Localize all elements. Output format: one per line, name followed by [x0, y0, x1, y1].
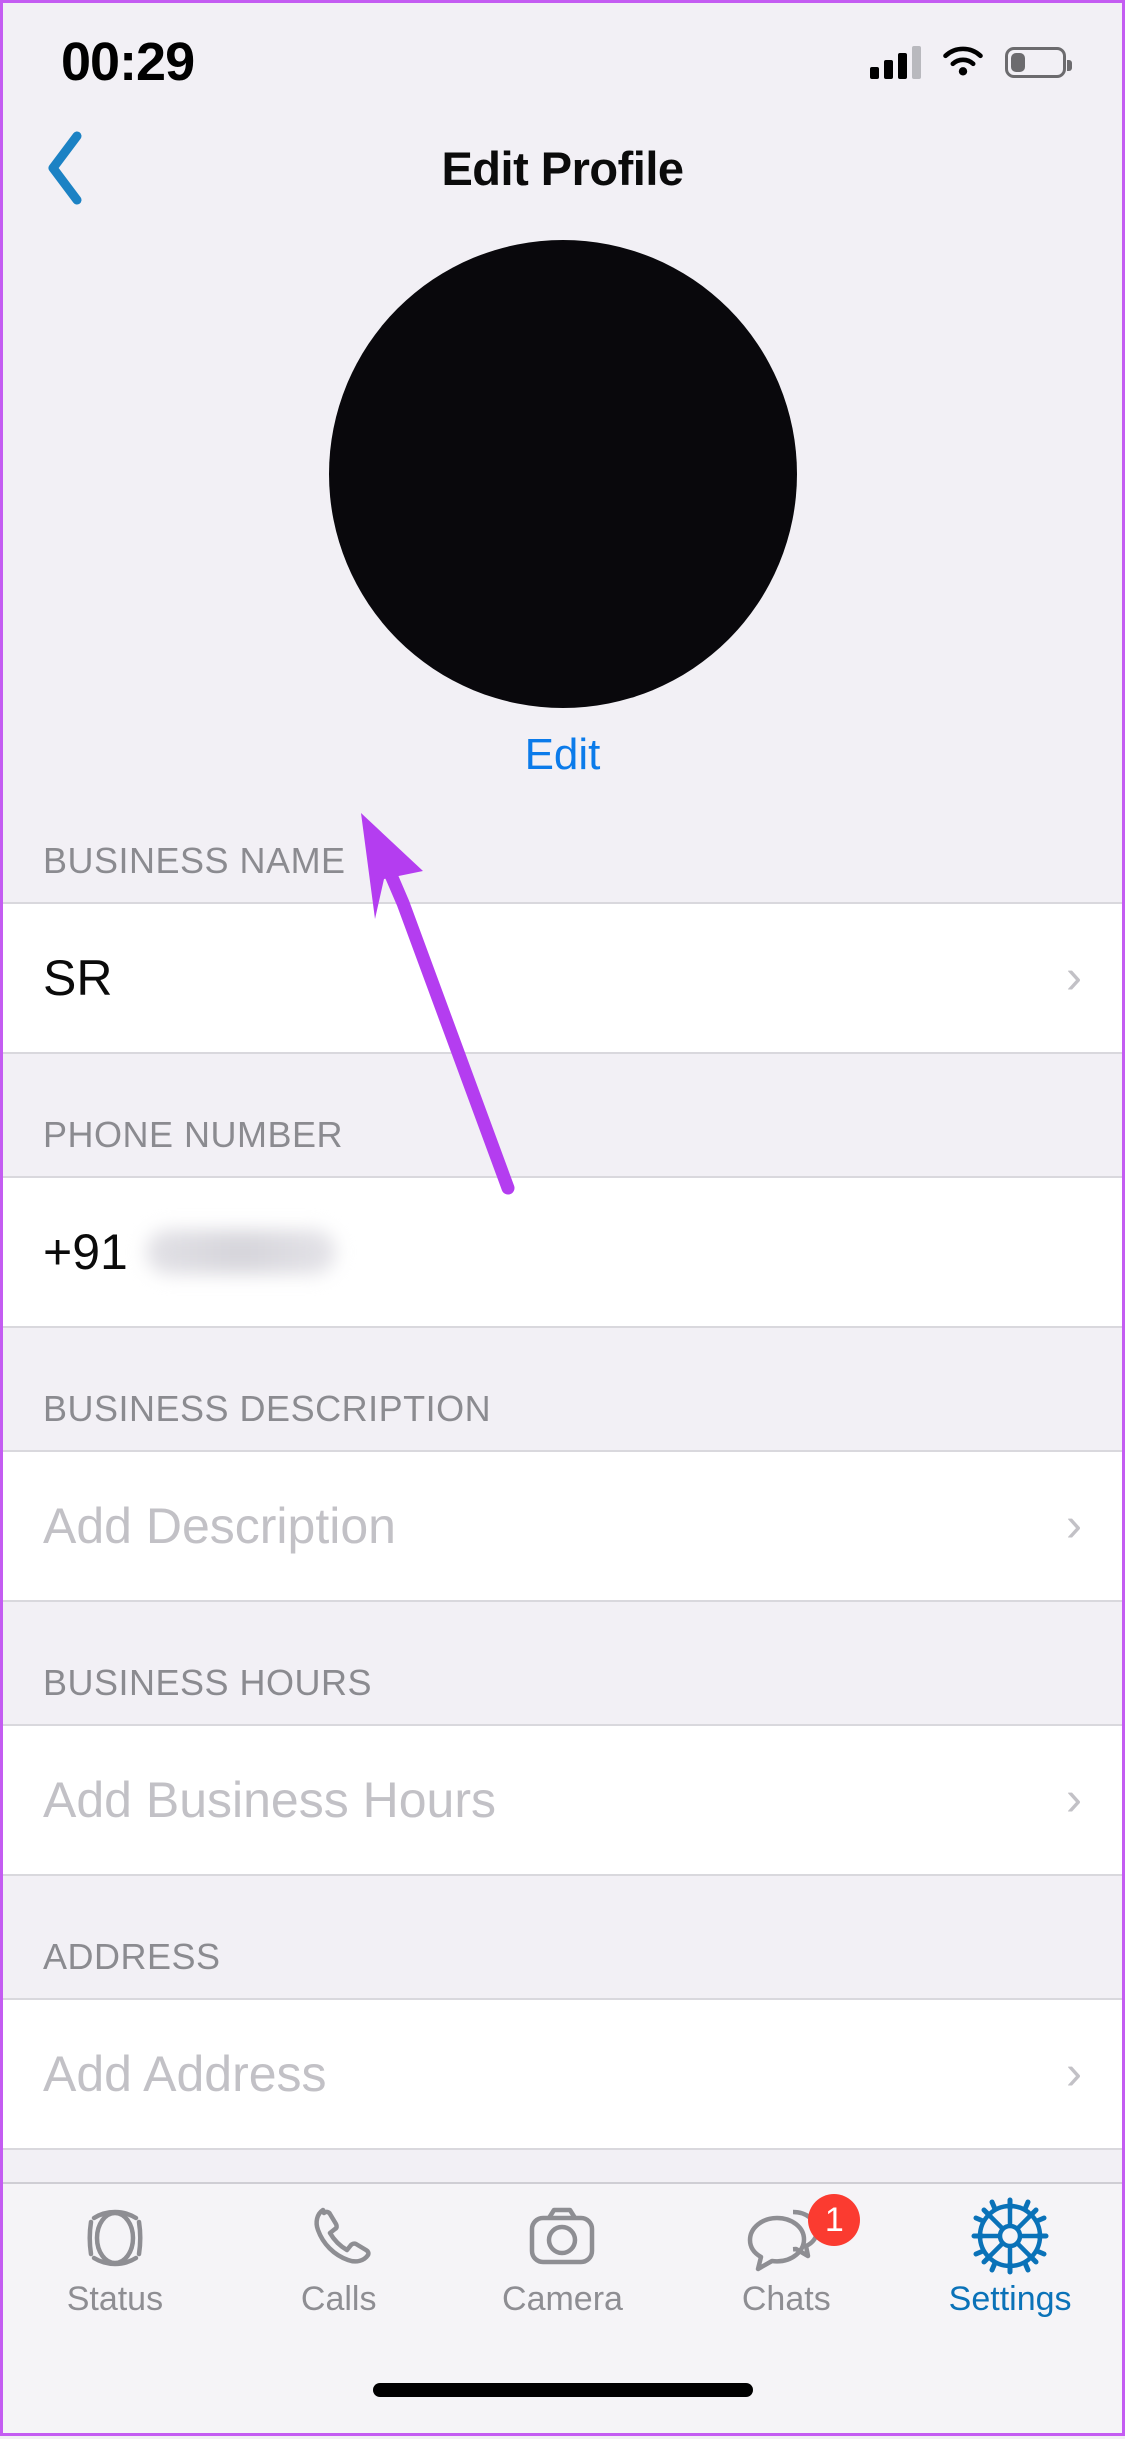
- status-bar-clock: 00:29: [61, 32, 195, 92]
- avatar-block: Edit: [3, 215, 1122, 780]
- phone-country-code: +91: [43, 1224, 128, 1280]
- home-indicator-bar[interactable]: [372, 2383, 753, 2397]
- address-value: Add Address: [43, 2046, 327, 2102]
- section-header-address: ADDRESS: [3, 1876, 1122, 1998]
- status-bar: 00:29: [3, 3, 1122, 121]
- tab-label-settings: Settings: [948, 2280, 1072, 2318]
- section-header-business-description: BUSINESS DESCRIPTION: [3, 1328, 1122, 1450]
- row-address[interactable]: Add Address ›: [3, 1998, 1122, 2150]
- tab-status[interactable]: Status: [3, 2198, 227, 2319]
- tab-calls[interactable]: Calls: [227, 2198, 451, 2319]
- tab-camera[interactable]: Camera: [451, 2198, 675, 2319]
- chevron-left-icon: [48, 131, 82, 205]
- cellular-signal-icon: [870, 45, 921, 79]
- chevron-right-icon: ›: [1066, 2047, 1082, 2100]
- row-phone-number: +91: [3, 1176, 1122, 1328]
- section-header-business-hours: BUSINESS HOURS: [3, 1602, 1122, 1724]
- navigation-bar: Edit Profile: [3, 121, 1122, 215]
- tab-bar: Status Calls Camera 1 Chats Settings: [3, 2182, 1122, 2347]
- tab-label-chats: Chats: [741, 2280, 831, 2318]
- chevron-right-icon: ›: [1066, 1499, 1082, 1552]
- profile-form: Edit BUSINESS NAME SR › PHONE NUMBER +91…: [3, 215, 1122, 2182]
- section-header-business-name: BUSINESS NAME: [3, 780, 1122, 902]
- phone-screen: 00:29 Edit Profile Edit BUSINESS NAME SR…: [0, 0, 1125, 2436]
- battery-low-icon: [1005, 46, 1072, 78]
- home-indicator-area: [3, 2347, 1122, 2433]
- section-header-phone-number: PHONE NUMBER: [3, 1054, 1122, 1176]
- tab-label-camera: Camera: [502, 2280, 623, 2318]
- tab-settings[interactable]: Settings: [898, 2197, 1122, 2319]
- chat-bubbles-icon: 1: [746, 2194, 861, 2274]
- wifi-icon: [943, 46, 983, 76]
- redacted-phone-number: [145, 1230, 336, 1274]
- phone-handset-icon: [301, 2198, 377, 2274]
- chats-unread-badge: 1: [808, 2194, 861, 2246]
- page-title: Edit Profile: [441, 141, 684, 195]
- business-name-value: SR: [43, 950, 113, 1006]
- row-business-name[interactable]: SR ›: [3, 902, 1122, 1054]
- phone-number-value: +91: [43, 1223, 336, 1281]
- gear-icon: [970, 2197, 1050, 2275]
- chevron-right-icon: ›: [1066, 1773, 1082, 1826]
- edit-photo-link[interactable]: Edit: [525, 730, 601, 780]
- row-business-description[interactable]: Add Description ›: [3, 1450, 1122, 1602]
- tab-label-calls: Calls: [300, 2280, 377, 2318]
- tab-chats[interactable]: 1 Chats: [674, 2194, 898, 2319]
- status-bar-indicators: [870, 45, 1072, 79]
- row-business-hours[interactable]: Add Business Hours ›: [3, 1724, 1122, 1876]
- status-rings-icon: [77, 2198, 153, 2274]
- tab-label-status: Status: [66, 2280, 164, 2318]
- chevron-right-icon: ›: [1066, 951, 1082, 1004]
- camera-icon: [524, 2198, 600, 2274]
- business-description-value: Add Description: [43, 1498, 396, 1554]
- back-button[interactable]: [25, 128, 105, 208]
- avatar[interactable]: [328, 240, 797, 708]
- business-hours-value: Add Business Hours: [43, 1772, 497, 1828]
